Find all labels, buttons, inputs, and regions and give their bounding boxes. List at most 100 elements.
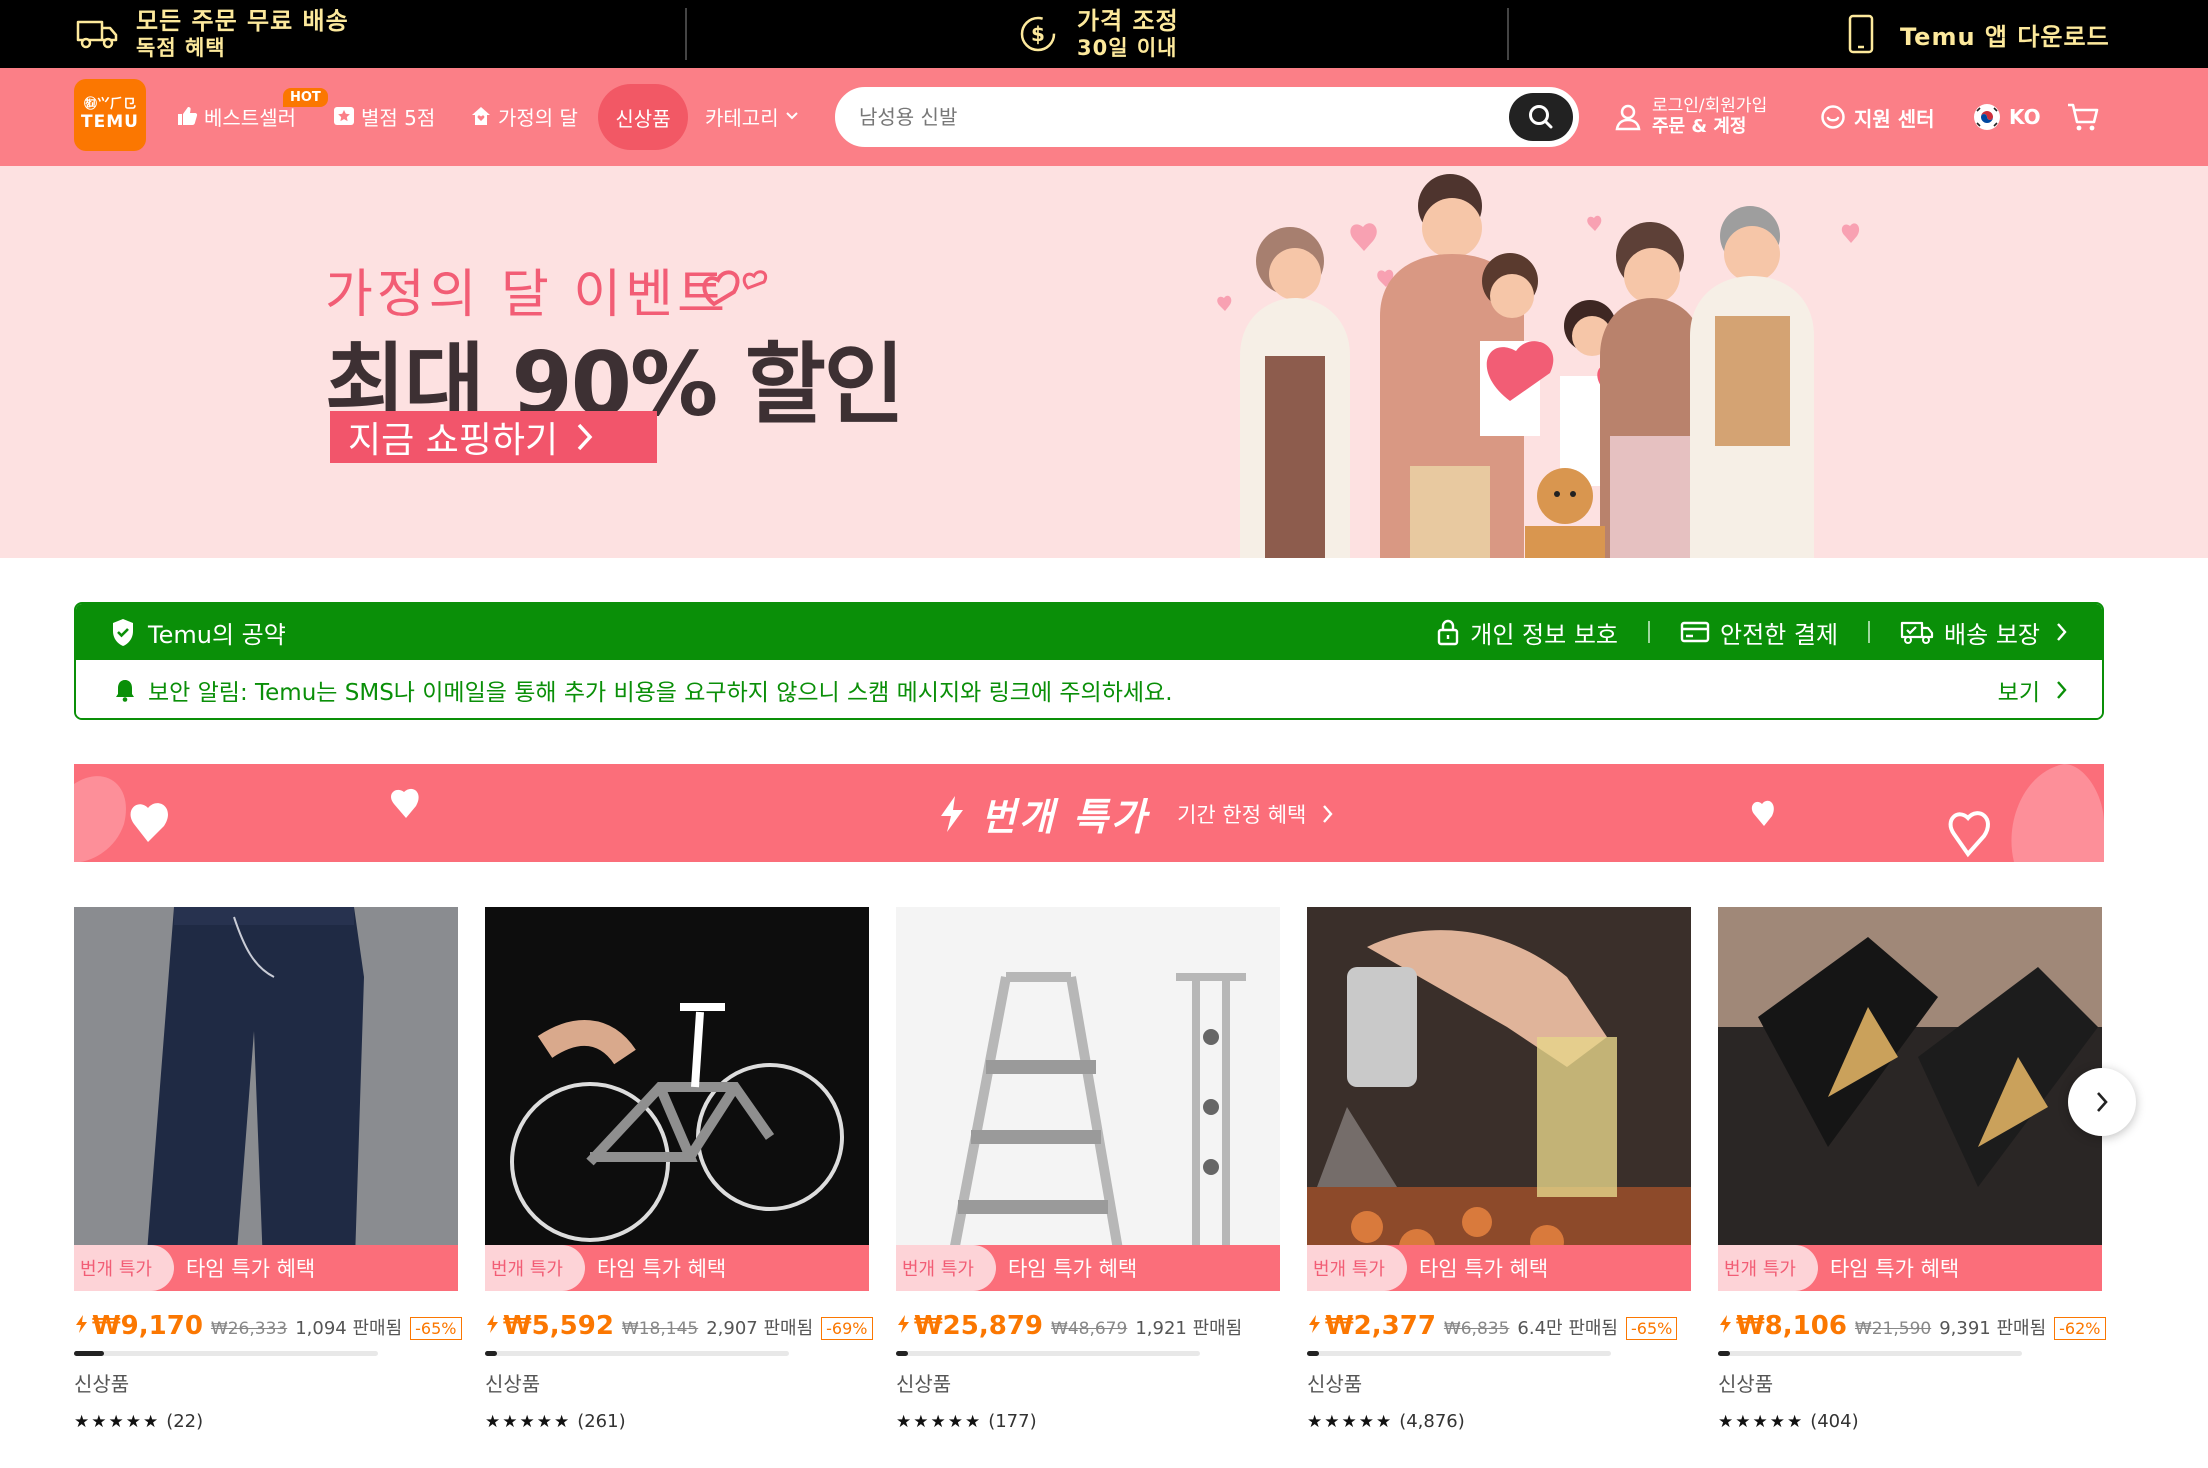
login-signup-text: 로그인/회원가입 (1652, 96, 1768, 116)
original-price: ₩18,145 (621, 1319, 699, 1339)
support-center[interactable]: 지원 센터 (1820, 68, 1935, 166)
nav-five-star-label: 별점 5점 (361, 105, 436, 130)
sales-progress-bar (1307, 1351, 1611, 1356)
sold-count: 9,391 판매됨 (1939, 1318, 2047, 1339)
product-price: ₩8,106 (1736, 1311, 1847, 1341)
review-count: (261) (577, 1411, 626, 1432)
shield-icon (110, 617, 136, 647)
product-price: ₩5,592 (503, 1311, 614, 1341)
privacy-protection[interactable]: 개인 정보 보호 (1436, 615, 1618, 650)
time-deal-text: 타임 특가 혜택 (1418, 1257, 1549, 1281)
product-image[interactable]: 번개 특가 타임 특가 혜택 (74, 907, 458, 1291)
support-chat-icon (1820, 104, 1846, 130)
search-bar (835, 87, 1579, 147)
chevron-right-icon (2095, 1090, 2109, 1114)
flash-deal-tag: 번개 특가 (1718, 1245, 1818, 1291)
cart-icon (2066, 102, 2100, 132)
discount-badge: -62% (2054, 1317, 2106, 1340)
language-label: KO (2009, 105, 2041, 129)
flash-deal-strip: 번개 특가 타임 특가 혜택 (1307, 1245, 1691, 1291)
product-card[interactable]: 번개 특가 타임 특가 혜택 ₩8,106 ₩21,590 9,391 판매됨 … (1718, 907, 2106, 1432)
price-adjust-text: 가격 조정 (1077, 7, 1179, 35)
secure-payment[interactable]: 안전한 결제 (1680, 615, 1838, 650)
logo-korean-text: ㉼⺍⺁⺋ (83, 97, 136, 112)
chevron-right-icon (2056, 680, 2068, 700)
product-image[interactable]: 번개 특가 타임 특가 혜택 (1718, 907, 2102, 1291)
original-price: ₩21,590 (1854, 1319, 1932, 1339)
price-adjust-promo[interactable]: $ 가격 조정 30일 이내 (1015, 0, 1179, 68)
carousel-next-button[interactable] (2068, 1068, 2136, 1136)
product-rating: ★★★★★ (177) (896, 1411, 1280, 1432)
app-download-promo[interactable]: Temu 앱 다운로드 (1838, 0, 2110, 68)
topbar-divider (1507, 8, 1509, 60)
chevron-right-icon (1322, 804, 1334, 824)
product-card[interactable]: 번개 특가 타임 특가 혜택 ₩2,377 ₩6,835 6.4만 판매됨 -6… (1307, 907, 1691, 1432)
card-icon (1680, 620, 1710, 644)
sales-progress-fill (74, 1351, 105, 1356)
nav-new-arrivals[interactable]: 신상품 (598, 84, 688, 150)
flash-deal-tag: 번개 특가 (1307, 1245, 1407, 1291)
user-icon (1614, 103, 1642, 131)
free-shipping-promo[interactable]: 모든 주문 무료 배송 독점 혜택 (74, 0, 349, 68)
commitment-title[interactable]: Temu의 공약 (110, 615, 286, 650)
view-alert-link[interactable]: 보기 (1998, 673, 2068, 707)
flash-deal-strip: 번개 특가 타임 특가 혜택 (1718, 1245, 2102, 1291)
nav-bestseller[interactable]: 베스트셀러 (176, 82, 296, 150)
thumbs-up-icon (176, 105, 198, 127)
phone-icon (1838, 11, 1884, 57)
chevron-right-icon (2056, 622, 2068, 642)
lock-icon (1436, 618, 1460, 646)
product-card[interactable]: 번개 특가 타임 특가 혜택 ₩9,170 ₩26,333 1,094 판매됨 … (74, 907, 462, 1432)
support-center-label: 지원 센터 (1854, 106, 1935, 131)
sales-progress-fill (1307, 1351, 1320, 1356)
new-arrival-tag: 신상품 (485, 1372, 541, 1396)
product-image[interactable]: 번개 특가 타임 특가 혜택 (896, 907, 1280, 1291)
star-rating: ★★★★★ (485, 1411, 572, 1432)
product-image[interactable]: 번개 특가 타임 특가 혜택 (1307, 907, 1691, 1291)
lightning-icon (1307, 1314, 1321, 1334)
delivery-guarantee[interactable]: 배송 보장 (1900, 615, 2068, 650)
product-price: ₩9,170 (92, 1311, 203, 1341)
search-button[interactable] (1509, 93, 1573, 141)
payment-label: 안전한 결제 (1720, 620, 1839, 649)
lightning-icon (896, 1314, 910, 1334)
hot-badge: HOT (283, 88, 328, 107)
product-image[interactable]: 번개 특가 타임 특가 혜택 (485, 907, 869, 1291)
deals-title: 번개 특가 (981, 795, 1150, 839)
lightning-icon (937, 794, 967, 834)
logo-text: TEMU (81, 112, 139, 132)
sales-progress-bar (74, 1351, 378, 1356)
shop-now-label: 지금 쇼핑하기 (348, 420, 559, 461)
time-deal-text: 타임 특가 혜택 (185, 1257, 316, 1281)
review-count: (404) (1810, 1411, 1859, 1432)
new-arrival-tag: 신상품 (1718, 1372, 1774, 1396)
nav-family-month[interactable]: 가정의 달 (470, 82, 578, 150)
bell-icon (114, 678, 136, 702)
privacy-label: 개인 정보 보호 (1470, 620, 1619, 649)
sold-count: 2,907 판매됨 (706, 1318, 814, 1339)
sold-count: 6.4만 판매됨 (1517, 1318, 1618, 1339)
nav-new-arrivals-label: 신상품 (615, 106, 671, 131)
lightning-deals-header[interactable]: 번개 특가 기간 한정 혜택 (74, 764, 2104, 862)
account-menu[interactable]: 로그인/회원가입 주문 & 계정 (1614, 68, 1767, 166)
discount-badge: -69% (821, 1317, 873, 1340)
commitment-divider (1648, 621, 1651, 643)
temu-logo[interactable]: ㉼⺍⺁⺋ TEMU (74, 79, 146, 151)
shop-now-button[interactable]: 지금 쇼핑하기 (330, 411, 657, 463)
orders-account-text: 주문 & 계정 (1652, 116, 1747, 137)
product-rating: ★★★★★ (404) (1718, 1411, 2102, 1432)
promo-bar: 모든 주문 무료 배송 독점 혜택 $ 가격 조정 30일 이내 Temu 앱 … (0, 0, 2208, 68)
cart-button[interactable] (2066, 68, 2100, 166)
product-card[interactable]: 번개 특가 타임 특가 혜택 ₩5,592 ₩18,145 2,907 판매됨 … (485, 907, 873, 1432)
search-input[interactable] (859, 99, 1459, 135)
product-card[interactable]: 번개 특가 타임 특가 혜택 ₩25,879 ₩48,679 1,921 판매됨… (896, 907, 1280, 1432)
nav-five-star[interactable]: 별점 5점 (333, 82, 435, 150)
delivery-label: 배송 보장 (1944, 620, 2040, 649)
lightning-icon (74, 1314, 88, 1334)
chevron-down-icon (785, 111, 799, 121)
site-header: ㉼⺍⺁⺋ TEMU 베스트셀러 HOT 별점 5점 가정의 달 신상품 카테고리 (0, 68, 2208, 166)
nav-category[interactable]: 카테고리 (705, 82, 799, 150)
language-selector[interactable]: KO (1973, 68, 2041, 166)
promo-banner[interactable]: 가정의 달 이벤트 최대 90% 할인 지금 쇼핑하기 (0, 166, 2208, 558)
sales-progress-fill (485, 1351, 498, 1356)
